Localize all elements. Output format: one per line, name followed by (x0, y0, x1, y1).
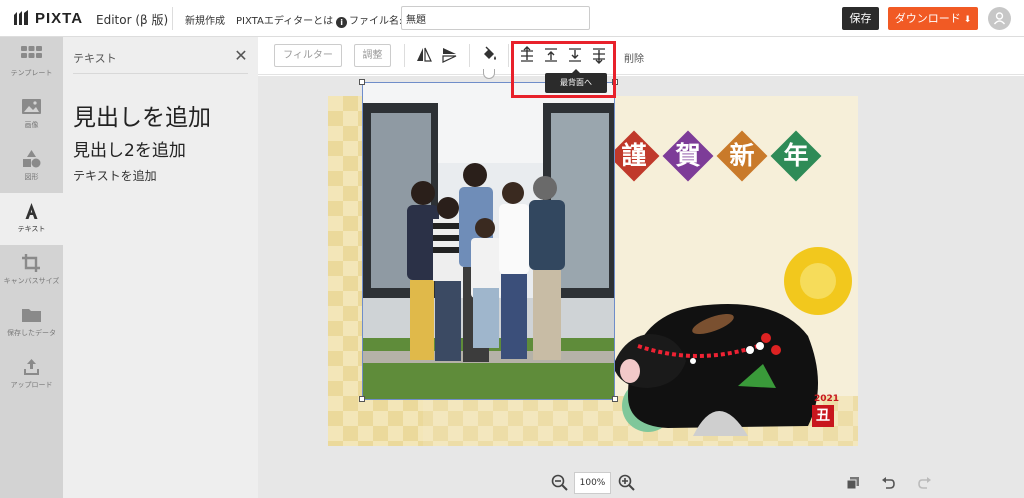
resize-handle-top-left[interactable] (359, 79, 365, 85)
panel-title: テキスト (73, 52, 117, 65)
close-icon[interactable]: ✕ (234, 46, 248, 65)
ox-stamp: 丑 (812, 405, 834, 427)
add-heading2-button[interactable]: 見出し2を追加 (73, 136, 186, 161)
text-panel: テキスト ✕ 見出しを追加 見出し2を追加 テキストを追加 (63, 37, 258, 498)
add-heading-button[interactable]: 見出しを追加 (73, 98, 211, 132)
pixta-logo[interactable]: PIXTA (12, 9, 83, 27)
toolbar-divider (469, 44, 470, 67)
layers-icon[interactable] (846, 476, 860, 490)
kanji-char: 賀 (675, 141, 701, 170)
sidebar-item-label: キャンバスサイズ (3, 277, 60, 285)
undo-icon[interactable] (881, 476, 895, 490)
bottom-bar: 100% (258, 467, 1024, 498)
download-icon: ⬇ (963, 15, 972, 25)
sidebar-item-canvas-size[interactable]: キャンバスサイズ (0, 245, 63, 297)
kanji-char: 新 (729, 141, 755, 170)
delete-button[interactable]: 削除 (624, 50, 644, 65)
editor-label: Editor (β 版) (96, 13, 169, 27)
sidebar-item-template[interactable]: テンプレート (0, 37, 63, 89)
panel-divider (73, 73, 248, 74)
divider (172, 7, 173, 30)
sidebar-item-upload[interactable]: アップロード (0, 349, 63, 401)
upload-icon (24, 359, 39, 375)
about-editor-link[interactable]: PIXTAエディターとは i (236, 12, 348, 28)
send-to-back-tooltip: 最背面へ (545, 69, 607, 93)
sidebar-item-label: 保存したデータ (7, 329, 56, 337)
toolbar-divider (508, 44, 509, 67)
logo-text: PIXTA (35, 9, 84, 27)
sidebar-item-label: 図形 (24, 173, 39, 181)
sidebar-item-label: テキスト (17, 225, 46, 233)
redo-icon[interactable] (918, 476, 932, 490)
kanji-char: 年 (783, 141, 809, 170)
filter-button[interactable]: フィルター (274, 44, 342, 67)
edit-toolbar: フィルター 調整 削除 (258, 37, 1024, 75)
top-bar: PIXTA Editor (β 版) 新規作成 PIXTAエディターとは i ファ… (0, 0, 1024, 37)
adjust-button[interactable]: 調整 (354, 44, 391, 67)
sidebar-item-label: 画像 (24, 121, 39, 129)
save-button[interactable]: 保存 (842, 7, 879, 30)
about-editor-label: PIXTAエディターとは (236, 16, 334, 27)
sidebar-item-text[interactable]: テキスト (0, 193, 63, 245)
flip-vertical-icon[interactable] (441, 46, 459, 64)
sidebar-item-label: テンプレート (10, 69, 53, 77)
resize-handle-bottom-left[interactable] (359, 396, 365, 402)
shapes-icon (23, 150, 41, 168)
toolbar-divider (404, 44, 405, 67)
flip-horizontal-icon[interactable] (415, 46, 433, 64)
add-text-button[interactable]: テキストを追加 (73, 167, 157, 184)
grid-icon (21, 46, 42, 58)
filename-label: ファイル名: (349, 16, 403, 27)
download-label: ダウンロード (894, 12, 961, 25)
crop-icon (22, 254, 40, 272)
year-label: 2021 (814, 394, 840, 404)
sidebar-item-image[interactable]: 画像 (0, 89, 63, 141)
zoom-level-field[interactable]: 100% (574, 472, 611, 494)
image-icon (22, 99, 41, 114)
user-avatar[interactable] (988, 7, 1011, 30)
user-icon (993, 12, 1006, 25)
new-document-link[interactable]: 新規作成 (185, 12, 225, 27)
tool-sidebar: テンプレート 画像 図形 テキスト キャンバスサイズ 保存したデータ アップロー… (0, 37, 63, 498)
zoom-out-icon[interactable] (551, 474, 568, 491)
text-icon (25, 203, 38, 219)
fill-color-icon[interactable] (480, 46, 498, 64)
sidebar-item-label: アップロード (10, 381, 53, 389)
resize-handle-bottom-right[interactable] (612, 396, 618, 402)
pixta-logo-icon (14, 10, 28, 25)
sidebar-item-shapes[interactable]: 図形 (0, 141, 63, 193)
selected-family-photo[interactable] (362, 82, 615, 400)
sidebar-item-saved-data[interactable]: 保存したデータ (0, 297, 63, 349)
info-icon: i (336, 17, 348, 28)
filename-input[interactable] (401, 6, 590, 30)
family-figures (407, 163, 565, 362)
family-photo-image (363, 83, 614, 399)
folder-icon (22, 309, 41, 322)
zoom-in-icon[interactable] (618, 474, 635, 491)
download-button[interactable]: ダウンロード ⬇ (888, 7, 978, 30)
kanji-char: 謹 (621, 141, 647, 170)
